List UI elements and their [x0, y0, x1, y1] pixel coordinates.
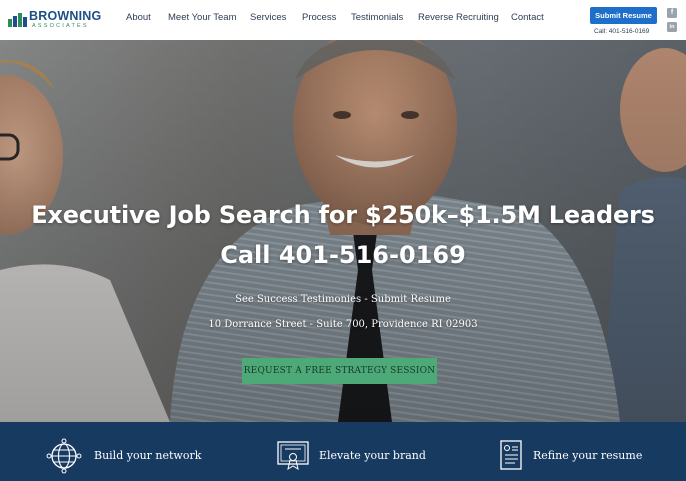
submit-resume-button[interactable]: Submit Resume — [590, 7, 657, 24]
logo-bars-icon — [8, 13, 27, 27]
features-band: Build your network Elevate your brand Re… — [0, 422, 686, 481]
hero-headline: Executive Job Search for $250k–$1.5M Lea… — [31, 201, 655, 229]
nav-testimonials[interactable]: Testimonials — [351, 12, 403, 23]
nav-services[interactable]: Services — [250, 12, 286, 23]
hero-address: 10 Dorrance Street - Suite 700, Providen… — [208, 319, 478, 330]
browning-associates-logo[interactable]: BROWNING ASSOCIATES — [8, 8, 102, 32]
nav-contact[interactable]: Contact — [511, 12, 544, 23]
nav-about[interactable]: About — [126, 12, 151, 23]
request-strategy-session-button[interactable]: REQUEST A FREE STRATEGY SESSION — [242, 358, 437, 384]
facebook-icon[interactable]: f — [667, 8, 677, 18]
feature-label: Elevate your brand — [319, 449, 426, 462]
site-header: BROWNING ASSOCIATES About Meet Your Team… — [0, 0, 686, 40]
feature-refine-resume[interactable]: Refine your resume — [498, 422, 668, 481]
certificate-icon — [277, 441, 309, 471]
header-phone[interactable]: Call: 401-516-0169 — [594, 28, 649, 35]
feature-build-network[interactable]: Build your network — [44, 422, 214, 481]
nav-meet-your-team[interactable]: Meet Your Team — [168, 12, 236, 23]
nav-reverse-recruiting[interactable]: Reverse Recruiting — [418, 12, 499, 23]
hero-section: Executive Job Search for $250k–$1.5M Lea… — [0, 40, 686, 422]
logo-subtitle: ASSOCIATES — [32, 23, 89, 29]
resume-document-icon — [500, 440, 522, 470]
feature-label: Build your network — [94, 449, 202, 462]
feature-label: Refine your resume — [533, 449, 643, 462]
feature-elevate-brand[interactable]: Elevate your brand — [276, 422, 446, 481]
linkedin-icon[interactable]: in — [667, 22, 677, 32]
globe-network-icon — [46, 438, 82, 474]
nav-process[interactable]: Process — [302, 12, 336, 23]
hero-links[interactable]: See Success Testimonies - Submit Resume — [0, 294, 686, 305]
hero-call-phone[interactable]: Call 401-516-0169 — [0, 241, 686, 269]
logo-name: BROWNING — [29, 9, 102, 23]
